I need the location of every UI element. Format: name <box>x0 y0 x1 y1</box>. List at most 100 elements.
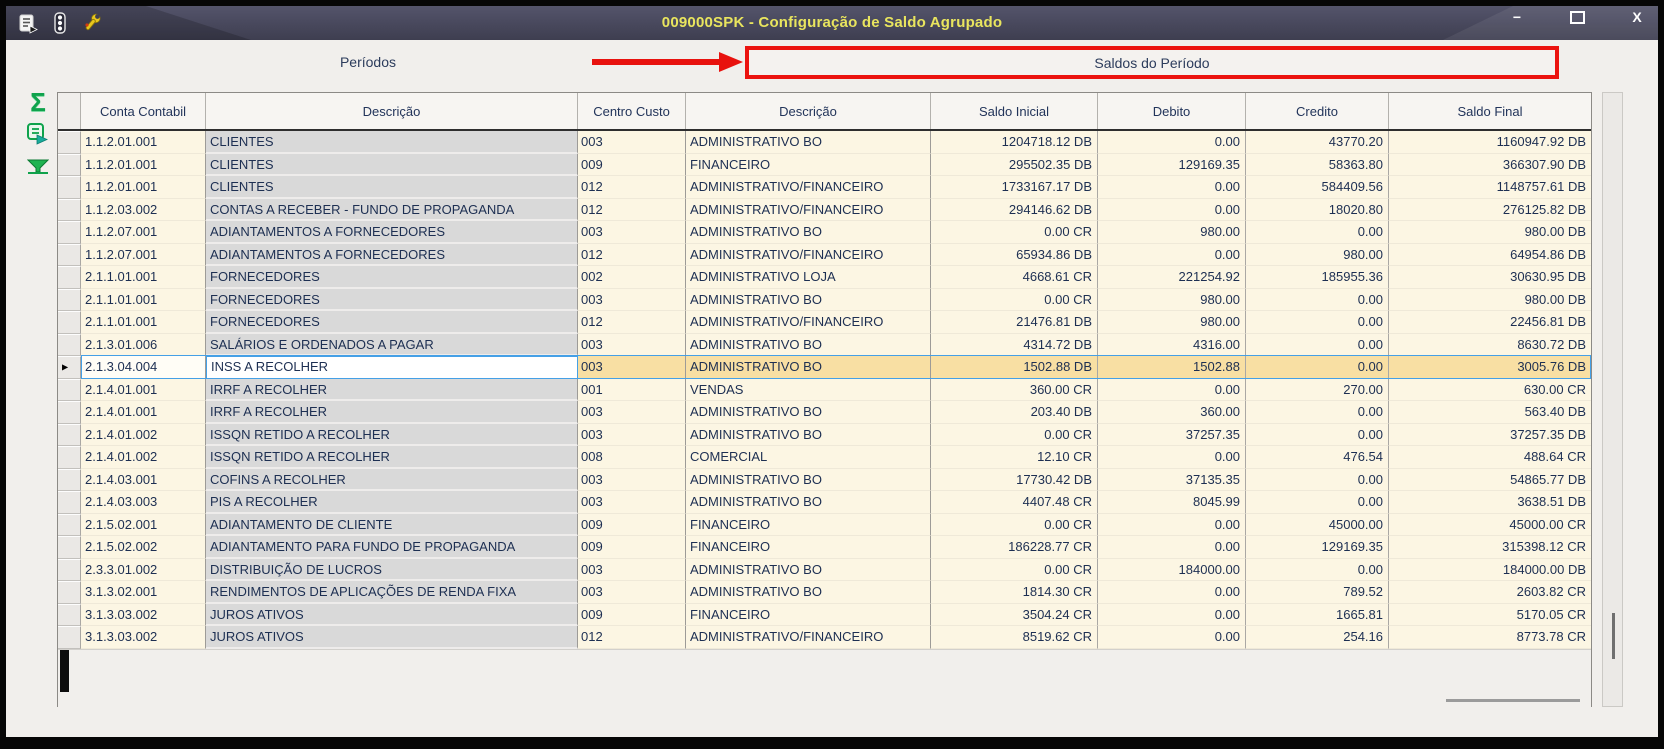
cell-conta-contabil[interactable]: 2.1.4.01.001 <box>81 401 206 424</box>
wrench-icon[interactable] <box>81 12 103 34</box>
filter-icon[interactable] <box>26 159 50 180</box>
cell-credito[interactable]: 129169.35 <box>1246 536 1389 559</box>
cell-saldo-final[interactable]: 1160947.92 DB <box>1389 131 1591 154</box>
cell-saldo-final[interactable]: 980.00 DB <box>1389 288 1591 311</box>
table-row[interactable]: 2.1.1.01.001 FORNECEDORES 003 ADMINISTRATIV… <box>58 288 1591 311</box>
table-row[interactable]: 2.1.4.03.001 COFINS A RECOLHER 003 ADMINIST… <box>58 468 1591 491</box>
table-row[interactable]: 2.1.1.01.001 FORNECEDORES 012 ADMINISTRATIV… <box>58 311 1591 334</box>
cell-saldo-inicial[interactable]: 17730.42 DB <box>931 468 1098 491</box>
cell-debito[interactable]: 980.00 <box>1098 288 1246 311</box>
cell-centro-custo[interactable]: 002 <box>578 266 686 289</box>
vertical-scrollbar[interactable] <box>1602 92 1623 707</box>
cell-credito[interactable]: 58363.80 <box>1246 153 1389 176</box>
cell-conta-contabil[interactable]: 2.1.5.02.001 <box>81 513 206 536</box>
cell-credito[interactable]: 0.00 <box>1246 221 1389 244</box>
cell-saldo-inicial[interactable]: 1204718.12 DB <box>931 131 1098 154</box>
cell-conta-contabil[interactable]: 3.1.3.02.001 <box>81 581 206 604</box>
row-indicator[interactable] <box>58 288 81 311</box>
cell-credito[interactable]: 0.00 <box>1246 288 1389 311</box>
cell-centro-descricao[interactable]: ADMINISTRATIVO BO <box>686 468 931 491</box>
cell-saldo-final[interactable]: 2603.82 CR <box>1389 581 1591 604</box>
cell-saldo-inicial[interactable]: 295502.35 DB <box>931 153 1098 176</box>
table-row[interactable]: 1.1.2.01.001 CLIENTES 012 ADMINISTRATIVO/FI… <box>58 176 1591 199</box>
cell-credito[interactable]: 0.00 <box>1246 423 1389 446</box>
cell-saldo-final[interactable]: 1148757.61 DB <box>1389 176 1591 199</box>
cell-centro-descricao[interactable]: ADMINISTRATIVO/FINANCEIRO <box>686 176 931 199</box>
cell-conta-contabil[interactable]: 2.1.1.01.001 <box>81 311 206 334</box>
cell-saldo-final[interactable]: 563.40 DB <box>1389 401 1591 424</box>
row-indicator[interactable] <box>58 333 81 356</box>
cell-credito[interactable]: 185955.36 <box>1246 266 1389 289</box>
cell-centro-custo[interactable]: 009 <box>578 153 686 176</box>
cell-saldo-inicial[interactable]: 1814.30 CR <box>931 581 1098 604</box>
cell-credito[interactable]: 1665.81 <box>1246 603 1389 626</box>
minimize-button[interactable]: − <box>1504 7 1530 27</box>
cell-credito[interactable]: 0.00 <box>1246 333 1389 356</box>
cell-centro-descricao[interactable]: ADMINISTRATIVO BO <box>686 333 931 356</box>
export-icon[interactable] <box>26 122 50 151</box>
cell-saldo-inicial[interactable]: 0.00 CR <box>931 221 1098 244</box>
cell-saldo-final[interactable]: 3638.51 DB <box>1389 491 1591 514</box>
cell-centro-descricao[interactable]: FINANCEIRO <box>686 536 931 559</box>
cell-centro-custo[interactable]: 008 <box>578 446 686 469</box>
cell-credito[interactable]: 0.00 <box>1246 311 1389 334</box>
table-row[interactable]: 2.1.1.01.001 FORNECEDORES 002 ADMINISTRATIV… <box>58 266 1591 289</box>
cell-credito[interactable]: 254.16 <box>1246 626 1389 649</box>
cell-saldo-inicial[interactable]: 0.00 CR <box>931 513 1098 536</box>
column-header-conta-contabil[interactable]: Conta Contabil <box>81 93 206 129</box>
cell-conta-contabil[interactable]: 3.1.3.03.002 <box>81 603 206 626</box>
cell-conta-contabil[interactable]: 2.1.5.02.002 <box>81 536 206 559</box>
cell-descricao[interactable]: IRRF A RECOLHER <box>206 378 578 401</box>
table-row[interactable]: 2.1.3.01.006 SALÁRIOS E ORDENADOS A PAGAR… <box>58 333 1591 356</box>
cell-centro-descricao[interactable]: ADMINISTRATIVO/FINANCEIRO <box>686 626 931 649</box>
cell-centro-descricao[interactable]: FINANCEIRO <box>686 513 931 536</box>
cell-descricao[interactable]: ADIANTAMENTOS A FORNECEDORES <box>206 243 578 266</box>
table-row[interactable]: 1.1.2.03.002 CONTAS A RECEBER - FUNDO DE … <box>58 198 1591 221</box>
cell-centro-custo[interactable]: 012 <box>578 198 686 221</box>
table-row[interactable]: 2.1.4.03.003 PIS A RECOLHER 003 ADMINISTRAT… <box>58 491 1591 514</box>
cell-centro-descricao[interactable]: FINANCEIRO <box>686 603 931 626</box>
cell-descricao[interactable]: CLIENTES <box>206 153 578 176</box>
cell-centro-descricao[interactable]: ADMINISTRATIVO BO <box>686 131 931 154</box>
cell-credito[interactable]: 0.00 <box>1246 558 1389 581</box>
cell-conta-contabil[interactable]: 2.1.4.01.002 <box>81 446 206 469</box>
cell-debito[interactable]: 1502.88 <box>1098 356 1246 379</box>
cell-centro-custo[interactable]: 003 <box>578 558 686 581</box>
cell-centro-custo[interactable]: 012 <box>578 243 686 266</box>
cell-centro-custo[interactable]: 003 <box>578 333 686 356</box>
table-row[interactable]: 2.1.4.01.001 IRRF A RECOLHER 001 VENDAS 360.… <box>58 378 1591 401</box>
cell-debito[interactable]: 184000.00 <box>1098 558 1246 581</box>
cell-saldo-final[interactable]: 980.00 DB <box>1389 221 1591 244</box>
cell-descricao[interactable]: FORNECEDORES <box>206 311 578 334</box>
cell-descricao[interactable]: COFINS A RECOLHER <box>206 468 578 491</box>
cell-saldo-final[interactable]: 45000.00 CR <box>1389 513 1591 536</box>
cell-conta-contabil[interactable]: 2.1.4.03.001 <box>81 468 206 491</box>
column-header-saldo-final[interactable]: Saldo Final <box>1389 93 1591 129</box>
hscroll-thumb[interactable] <box>60 649 69 692</box>
cell-credito[interactable]: 0.00 <box>1246 468 1389 491</box>
cell-conta-contabil[interactable]: 2.1.1.01.001 <box>81 288 206 311</box>
cell-saldo-final[interactable]: 64954.86 DB <box>1389 243 1591 266</box>
cell-debito[interactable]: 37135.35 <box>1098 468 1246 491</box>
cell-saldo-final[interactable]: 630.00 CR <box>1389 378 1591 401</box>
cell-debito[interactable]: 37257.35 <box>1098 423 1246 446</box>
hscroll-line[interactable] <box>1446 698 1580 702</box>
titlebar[interactable]: 009000SPK - Configuração de Saldo Agrupa… <box>6 6 1658 40</box>
cell-saldo-final[interactable]: 3005.76 DB <box>1389 356 1591 379</box>
cell-debito[interactable]: 4316.00 <box>1098 333 1246 356</box>
cell-credito[interactable]: 476.54 <box>1246 446 1389 469</box>
cell-conta-contabil[interactable]: 1.1.2.01.001 <box>81 153 206 176</box>
cell-descricao[interactable]: ADIANTAMENTO PARA FUNDO DE PROPAGANDA <box>206 536 578 559</box>
cell-conta-contabil[interactable]: 1.1.2.01.001 <box>81 176 206 199</box>
cell-conta-contabil[interactable]: 1.1.2.01.001 <box>81 131 206 154</box>
cell-saldo-final[interactable]: 5170.05 CR <box>1389 603 1591 626</box>
cell-saldo-inicial[interactable]: 203.40 DB <box>931 401 1098 424</box>
cell-credito[interactable]: 270.00 <box>1246 378 1389 401</box>
cell-centro-descricao[interactable]: ADMINISTRATIVO BO <box>686 401 931 424</box>
cell-conta-contabil[interactable]: 3.1.3.03.002 <box>81 626 206 649</box>
row-indicator[interactable] <box>58 491 81 514</box>
cell-centro-custo[interactable]: 009 <box>578 536 686 559</box>
traffic-light-icon[interactable] <box>52 12 68 34</box>
cell-saldo-inicial[interactable]: 0.00 CR <box>931 558 1098 581</box>
cell-debito[interactable]: 221254.92 <box>1098 266 1246 289</box>
